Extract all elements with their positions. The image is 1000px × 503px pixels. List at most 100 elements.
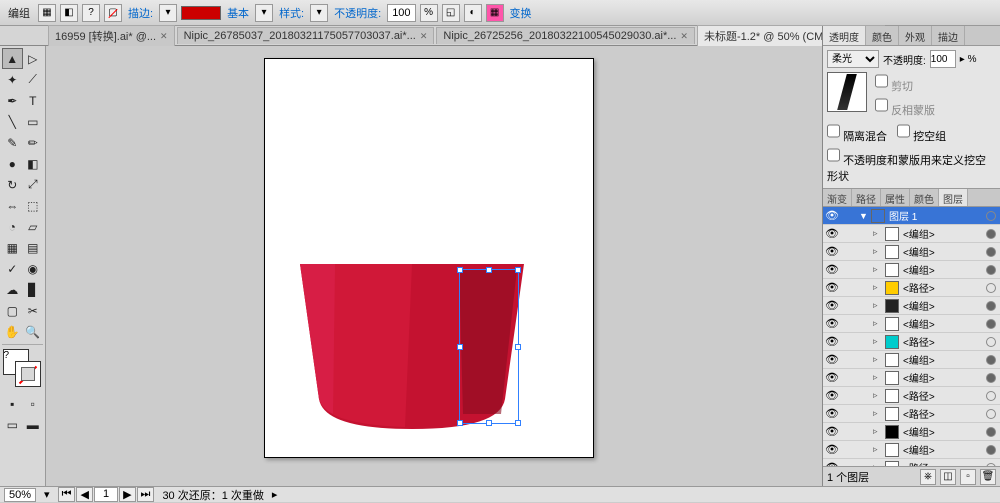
help-btn[interactable]: ?	[82, 4, 100, 22]
tab-transparency[interactable]: 透明度	[823, 26, 866, 45]
first-page-btn[interactable]: ⏮	[58, 487, 76, 502]
lasso-tool[interactable]: ⟋	[23, 69, 44, 90]
close-icon[interactable]: ✕	[160, 31, 168, 42]
target-icon[interactable]	[986, 445, 996, 455]
visibility-icon[interactable]: 👁	[825, 371, 839, 384]
blend-tool[interactable]: ◉	[23, 258, 44, 279]
selection-box[interactable]	[459, 269, 519, 424]
expand-icon[interactable]: ▹	[873, 318, 883, 329]
blend-mode-select[interactable]: 柔光	[827, 50, 879, 68]
free-transform-tool[interactable]: ⬚	[23, 195, 44, 216]
invert-check[interactable]: 反相蒙版	[875, 96, 935, 118]
layer-row[interactable]: 👁▹<编组>	[823, 423, 1000, 441]
stroke-weight[interactable]: ▾	[159, 4, 177, 22]
layer-row[interactable]: 👁▹<路径>	[823, 405, 1000, 423]
expand-icon[interactable]: ▹	[873, 390, 883, 401]
doc-tab-0[interactable]: 16959 [转换].ai* @...✕	[48, 25, 175, 46]
misc-btn2[interactable]: ◐	[464, 4, 482, 22]
slice-tool[interactable]: ✂	[23, 300, 44, 321]
target-icon[interactable]	[986, 301, 996, 311]
target-icon[interactable]	[986, 427, 996, 437]
expand-icon[interactable]: ▹	[873, 336, 883, 347]
rotate-tool[interactable]: ↻	[2, 174, 23, 195]
close-icon[interactable]: ✕	[420, 31, 428, 42]
knockout-check[interactable]: 挖空组	[897, 122, 946, 144]
stroke-swatch[interactable]	[181, 6, 221, 20]
close-icon[interactable]: ✕	[680, 31, 688, 42]
new-sublayer-btn[interactable]: ◫	[940, 469, 956, 485]
visibility-icon[interactable]: 👁	[825, 353, 839, 366]
direct-select-tool[interactable]: ▷	[23, 48, 44, 69]
tab-color2[interactable]: 颜色	[910, 189, 939, 206]
layer-row[interactable]: 👁▹<路径>	[823, 387, 1000, 405]
gradient-mode[interactable]: ▫	[23, 393, 44, 414]
tab-path[interactable]: 路径	[852, 189, 881, 206]
transform-link[interactable]: 变换	[508, 5, 534, 21]
layer-row[interactable]: 👁▹<路径>	[823, 279, 1000, 297]
width-tool[interactable]: ⇔	[2, 195, 23, 216]
layer-row[interactable]: 👁▹<编组>	[823, 243, 1000, 261]
pen-tool[interactable]: ✒	[2, 90, 23, 111]
graph-tool[interactable]: ▊	[23, 279, 44, 300]
color-mode[interactable]: ▪	[2, 393, 23, 414]
line-tool[interactable]: ╲	[2, 111, 23, 132]
type-tool[interactable]: T	[23, 90, 44, 111]
layer-row[interactable]: 👁▹<编组>	[823, 351, 1000, 369]
pencil-tool[interactable]: ✏	[23, 132, 44, 153]
expand-icon[interactable]: ▹	[873, 228, 883, 239]
canvas[interactable]	[46, 46, 822, 486]
shape-builder-tool[interactable]: ◔	[2, 216, 23, 237]
visibility-icon[interactable]: 👁	[825, 281, 839, 294]
next-page-btn[interactable]: ▶	[119, 487, 135, 502]
expand-icon[interactable]: ▹	[873, 426, 883, 437]
eraser-tool[interactable]: ◧	[23, 153, 44, 174]
layer-row[interactable]: 👁▹<编组>	[823, 261, 1000, 279]
doc-tab-2[interactable]: Nipic_26725256_20180322100545029030.ai*.…	[436, 27, 695, 44]
style-link[interactable]: 样式:	[277, 5, 306, 21]
symbol-tool[interactable]: ☁	[2, 279, 23, 300]
define-check[interactable]: 不透明度和蒙版用来定义挖空形状	[827, 155, 986, 183]
gradient-tool[interactable]: ▤	[23, 237, 44, 258]
screen-mode[interactable]: ▭	[2, 414, 23, 435]
expand-icon[interactable]: ▹	[873, 444, 883, 455]
target-icon[interactable]	[986, 283, 996, 293]
expand-icon[interactable]: ▹	[873, 264, 883, 275]
stroke-swatch[interactable]	[15, 361, 41, 387]
artboard-tool[interactable]: ▢	[2, 300, 23, 321]
mesh-tool[interactable]: ▦	[2, 237, 23, 258]
align-btn2[interactable]: ◧	[60, 4, 78, 22]
visibility-icon[interactable]: 👁	[825, 443, 839, 456]
target-icon[interactable]	[986, 409, 996, 419]
layer-row[interactable]: 👁▹<编组>	[823, 315, 1000, 333]
locate-btn[interactable]: ⎈	[920, 469, 936, 485]
tab-layers[interactable]: 图层	[939, 189, 968, 206]
visibility-icon[interactable]: 👁	[825, 335, 839, 348]
magic-wand-tool[interactable]: ✦	[2, 69, 23, 90]
layer-row[interactable]: 👁▹<路径>	[823, 333, 1000, 351]
target-icon[interactable]	[986, 265, 996, 275]
expand-icon[interactable]: ▹	[873, 354, 883, 365]
visibility-icon[interactable]: 👁	[825, 389, 839, 402]
brush-tool[interactable]: ✎	[2, 132, 23, 153]
misc-btn3[interactable]: ▦	[486, 4, 504, 22]
zoom-field[interactable]: 50%	[4, 488, 36, 502]
expand-icon[interactable]: ▹	[873, 246, 883, 257]
visibility-icon[interactable]: 👁	[825, 245, 839, 258]
expand-icon[interactable]: ▹	[873, 372, 883, 383]
blob-tool[interactable]: ●	[2, 153, 23, 174]
expand-icon[interactable]: ▼	[859, 211, 869, 221]
stroke-link[interactable]: 描边:	[126, 5, 155, 21]
eyedropper-tool[interactable]: ✓	[2, 258, 23, 279]
target-icon[interactable]	[986, 391, 996, 401]
layers-panel[interactable]: 👁▼图层 1👁▹<编组>👁▹<编组>👁▹<编组>👁▹<路径>👁▹<编组>👁▹<编…	[823, 207, 1000, 466]
tab-stroke[interactable]: 描边	[932, 26, 965, 45]
tab-attr[interactable]: 属性	[881, 189, 910, 206]
layer-row[interactable]: 👁▹<编组>	[823, 441, 1000, 459]
opacity-link[interactable]: 不透明度:	[332, 5, 383, 21]
opacity-value[interactable]: 100	[387, 4, 415, 22]
target-icon[interactable]	[986, 373, 996, 383]
opacity-input[interactable]	[930, 50, 956, 68]
scale-tool[interactable]: ⤢	[23, 174, 44, 195]
doc-tab-1[interactable]: Nipic_26785037_20180321175057703037.ai*.…	[177, 27, 435, 44]
opacity-thumb[interactable]	[827, 72, 867, 112]
